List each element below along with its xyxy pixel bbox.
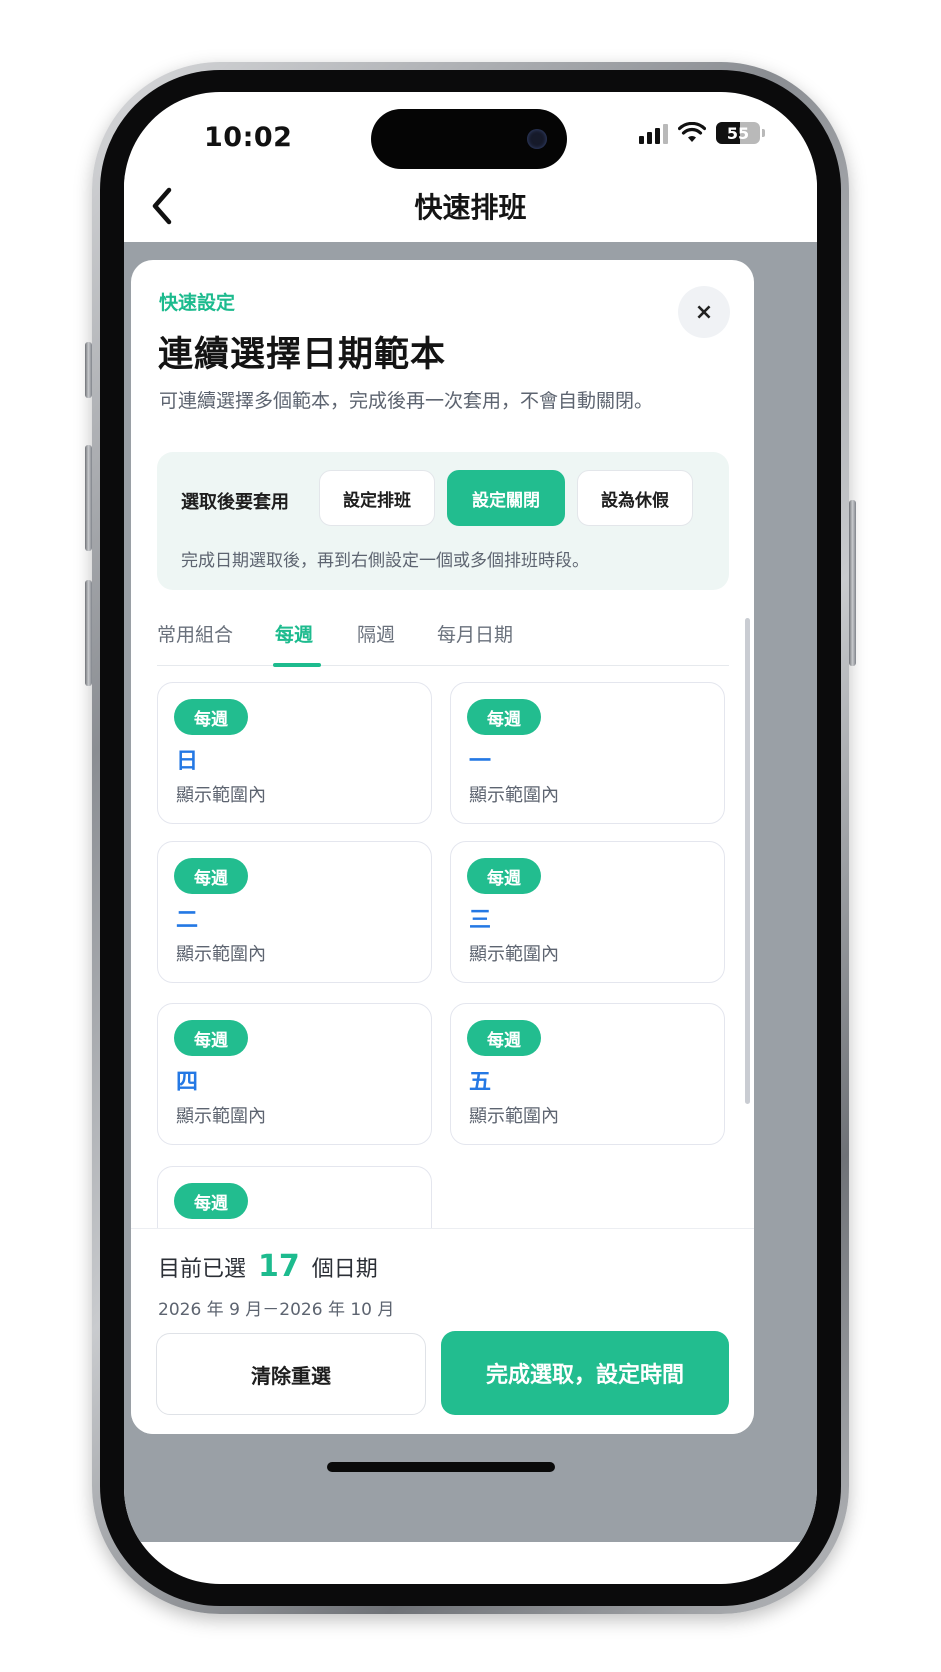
nav-bar: 快速排班 <box>124 174 817 240</box>
battery-level: 55 <box>726 123 750 143</box>
template-card-sun[interactable]: 每週 日 顯示範圍內 <box>157 682 432 824</box>
status-time: 10:02 <box>204 122 293 153</box>
template-card-thu[interactable]: 每週 四 顯示範圍內 <box>157 1003 432 1145</box>
tab-weekly[interactable]: 每週 <box>275 620 313 647</box>
apply-mode-hint: 完成日期選取後，再到右側設定一個或多個排班時段。 <box>181 551 589 571</box>
tab-monthly-date[interactable]: 每月日期 <box>437 620 513 647</box>
volume-down-button <box>85 580 92 686</box>
quick-settings-sheet: 快速設定 × 連續選擇日期範本 可連續選擇多個範本，完成後再一次套用，不會自動關… <box>131 260 754 1434</box>
dynamic-island <box>371 109 567 169</box>
tab-active-indicator <box>273 663 321 667</box>
power-button <box>849 500 856 666</box>
scrollbar[interactable] <box>745 618 750 1104</box>
close-icon: × <box>694 299 714 325</box>
page-title: 快速排班 <box>414 191 527 224</box>
template-card-mon[interactable]: 每週 一 顯示範圍內 <box>450 682 725 824</box>
template-tabs: 常用組合 每週 隔週 每月日期 <box>157 610 729 667</box>
card-badge: 每週 <box>467 1020 541 1056</box>
selection-suffix: 個日期 <box>311 1257 378 1282</box>
date-range: 2026 年 9 月－2026 年 10 月 <box>158 1300 395 1320</box>
wifi-icon <box>678 122 706 142</box>
card-badge: 每週 <box>174 1020 248 1056</box>
clear-button[interactable]: 清除重選 <box>156 1333 426 1415</box>
card-badge: 每週 <box>174 1183 248 1219</box>
tab-common[interactable]: 常用組合 <box>157 620 233 647</box>
volume-up-button <box>85 445 92 551</box>
sheet-footer: 目前已選 17 個日期 2026 年 9 月－2026 年 10 月 清除重選 … <box>131 1228 754 1434</box>
action-button <box>85 342 92 398</box>
status-icons: 55 <box>639 122 765 144</box>
card-subtext: 顯示範圍內 <box>469 785 559 806</box>
template-card-sat[interactable]: 每週 <box>157 1166 432 1230</box>
phone-screen: 10:02 55 快速排班 快速設定 × 連續選擇日期範本 可連續選擇多個範本，… <box>124 92 817 1584</box>
card-day: 四 <box>176 1070 199 1095</box>
camera-icon <box>527 129 547 149</box>
card-day: 三 <box>469 908 492 933</box>
template-card-fri[interactable]: 每週 五 顯示範圍內 <box>450 1003 725 1145</box>
battery-cap <box>762 129 765 137</box>
card-subtext: 顯示範圍內 <box>469 1106 559 1127</box>
selection-count: 17 <box>258 1249 300 1284</box>
card-badge: 每週 <box>467 858 541 894</box>
card-subtext: 顯示範圍內 <box>469 944 559 965</box>
card-day: 日 <box>176 749 199 774</box>
card-subtext: 顯示範圍內 <box>176 944 266 965</box>
apply-mode-label: 選取後要套用 <box>181 492 289 513</box>
card-subtext: 顯示範圍內 <box>176 785 266 806</box>
selection-summary: 目前已選 17 個日期 <box>158 1249 378 1284</box>
done-set-time-button[interactable]: 完成選取，設定時間 <box>441 1331 729 1415</box>
sheet-description: 可連續選擇多個範本，完成後再一次套用，不會自動關閉。 <box>159 390 654 412</box>
card-day: 二 <box>176 908 199 933</box>
battery-icon: 55 <box>716 122 760 144</box>
card-day: 五 <box>469 1070 492 1095</box>
apply-option-schedule[interactable]: 設定排班 <box>319 470 435 526</box>
card-badge: 每週 <box>467 699 541 735</box>
card-day: 一 <box>469 749 492 774</box>
card-badge: 每週 <box>174 858 248 894</box>
apply-mode-panel: 選取後要套用 設定排班 設定關閉 設為休假 完成日期選取後，再到右側設定一個或多… <box>157 452 729 590</box>
cellular-signal-icon <box>639 122 668 144</box>
tab-biweekly[interactable]: 隔週 <box>357 620 395 647</box>
apply-option-leave[interactable]: 設為休假 <box>577 470 693 526</box>
home-indicator[interactable] <box>327 1462 555 1472</box>
template-grid: 每週 日 顯示範圍內 每週 一 顯示範圍內 每週 二 顯示範圍內 每週 三 顯示… <box>131 670 754 1230</box>
sheet-eyebrow: 快速設定 <box>159 292 236 314</box>
apply-option-closed[interactable]: 設定關閉 <box>447 470 565 526</box>
close-button[interactable]: × <box>678 286 730 338</box>
template-card-tue[interactable]: 每週 二 顯示範圍內 <box>157 841 432 983</box>
card-badge: 每週 <box>174 699 248 735</box>
template-card-wed[interactable]: 每週 三 顯示範圍內 <box>450 841 725 983</box>
sheet-title: 連續選擇日期範本 <box>158 335 447 375</box>
card-subtext: 顯示範圍內 <box>176 1106 266 1127</box>
selection-prefix: 目前已選 <box>158 1257 247 1282</box>
